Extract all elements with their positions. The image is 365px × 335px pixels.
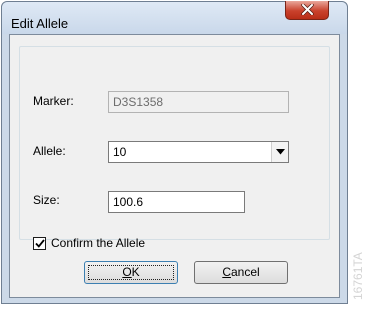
allele-dropdown-button[interactable]: [271, 142, 288, 162]
window-title: Edit Allele: [11, 16, 69, 31]
focus-ring: [88, 265, 174, 280]
allele-select[interactable]: 10: [108, 141, 289, 163]
dropdown-arrow-icon: [276, 149, 285, 155]
checkmark-icon: [35, 239, 45, 248]
allele-group-box: Marker: D3S1358 Allele: 10 Size: 100.6 C…: [19, 46, 330, 250]
allele-selected-value: 10: [113, 145, 127, 159]
marker-field: D3S1358: [108, 91, 289, 113]
close-button[interactable]: [285, 1, 329, 20]
figure-code: 16761TA: [351, 252, 365, 300]
confirm-checkbox[interactable]: [33, 237, 46, 250]
title-bar[interactable]: Edit Allele: [2, 1, 347, 34]
confirm-label[interactable]: Confirm the Allele: [51, 236, 145, 250]
size-input[interactable]: 100.6: [108, 191, 245, 213]
dialog-body: Marker: D3S1358 Allele: 10 Size: 100.6 C…: [9, 34, 340, 298]
cancel-mnemonic: C: [222, 265, 231, 279]
close-x-icon: [301, 4, 314, 15]
size-label: Size:: [33, 193, 60, 207]
cancel-label: ancel: [230, 265, 260, 279]
cancel-button[interactable]: Cancel: [194, 261, 288, 284]
allele-label: Allele:: [33, 144, 66, 158]
marker-label: Marker:: [33, 94, 74, 108]
edit-allele-dialog: Edit Allele Marker: D3S1358 Allele: 10 S…: [1, 1, 348, 304]
ok-button[interactable]: OK: [84, 261, 178, 284]
